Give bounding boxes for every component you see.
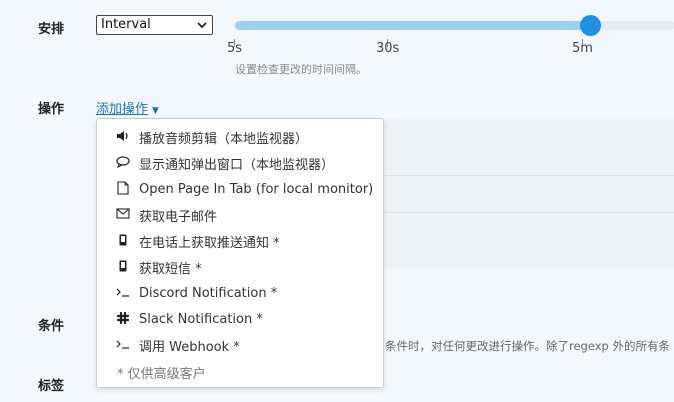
speaker-icon bbox=[115, 130, 131, 145]
menu-item-push-notification[interactable]: 在电话上获取推送通知 * bbox=[97, 228, 383, 254]
interval-slider-thumb[interactable] bbox=[580, 15, 601, 36]
caret-down-icon: ▼ bbox=[152, 106, 159, 116]
divider bbox=[378, 212, 674, 213]
menu-item-label: 获取短信 * bbox=[139, 261, 202, 277]
slider-tick-label: 30s bbox=[376, 41, 400, 56]
menu-item-sms[interactable]: 获取短信 * bbox=[97, 254, 383, 280]
speech-bubble-icon bbox=[115, 155, 131, 171]
envelope-icon bbox=[115, 208, 131, 222]
schedule-mode-select[interactable]: Interval bbox=[96, 15, 213, 35]
menu-item-label: Slack Notification * bbox=[139, 311, 263, 327]
schedule-label: 安排 bbox=[38, 22, 65, 37]
menu-item-open-page[interactable]: Open Page In Tab (for local monitor) bbox=[97, 176, 383, 202]
terminal-icon bbox=[115, 338, 131, 352]
menu-item-slack[interactable]: Slack Notification * bbox=[97, 306, 383, 332]
add-action-button[interactable]: 添加操作 ▼ bbox=[96, 98, 159, 117]
interval-slider-track[interactable] bbox=[235, 21, 674, 30]
page-icon bbox=[115, 180, 131, 198]
slider-tick-label: 5s bbox=[227, 41, 243, 56]
add-action-label: 添加操作 bbox=[96, 102, 149, 117]
menu-item-play-audio[interactable]: 播放音频剪辑（本地监视器） bbox=[97, 124, 383, 150]
menu-item-label: 调用 Webhook * bbox=[139, 339, 240, 355]
menu-item-label: 播放音频剪辑（本地监视器） bbox=[139, 131, 309, 147]
conditions-label: 条件 bbox=[38, 319, 65, 334]
premium-footnote: * 仅供高级客户 bbox=[117, 367, 206, 382]
terminal-icon bbox=[115, 286, 131, 300]
conditions-description: 条件时，对任何更改进行操作。除了regexp 外的所有条 bbox=[385, 339, 670, 353]
menu-item-show-popup[interactable]: 显示通知弹出窗口（本地监视器） bbox=[97, 150, 383, 176]
add-action-menu: 播放音频剪辑（本地监视器） 显示通知弹出窗口（本地监视器） Open Page … bbox=[96, 118, 384, 388]
tags-label: 标签 bbox=[38, 379, 65, 394]
menu-item-label: 获取电子邮件 bbox=[139, 209, 218, 225]
schedule-mode-value: Interval bbox=[101, 17, 151, 32]
menu-item-email[interactable]: 获取电子邮件 bbox=[97, 202, 383, 228]
actions-label: 操作 bbox=[38, 102, 65, 117]
divider bbox=[378, 175, 674, 176]
phone-icon bbox=[115, 234, 131, 249]
phone-icon bbox=[115, 260, 131, 275]
slider-tick-label: 5m bbox=[572, 41, 593, 56]
slack-icon bbox=[115, 311, 131, 327]
menu-item-webhook[interactable]: 调用 Webhook * bbox=[97, 332, 383, 358]
menu-item-label: Discord Notification * bbox=[139, 285, 278, 301]
menu-item-label: Open Page In Tab (for local monitor) bbox=[139, 181, 374, 197]
menu-item-label: 显示通知弹出窗口（本地监视器） bbox=[139, 157, 335, 173]
interval-hint: 设置检查更改的时间间隔。 bbox=[235, 63, 367, 76]
menu-item-label: 在电话上获取推送通知 * bbox=[139, 235, 280, 251]
interval-slider-fill bbox=[235, 21, 591, 30]
menu-item-discord[interactable]: Discord Notification * bbox=[97, 280, 383, 306]
actions-panel bbox=[378, 118, 674, 268]
chevron-down-icon bbox=[196, 16, 208, 40]
